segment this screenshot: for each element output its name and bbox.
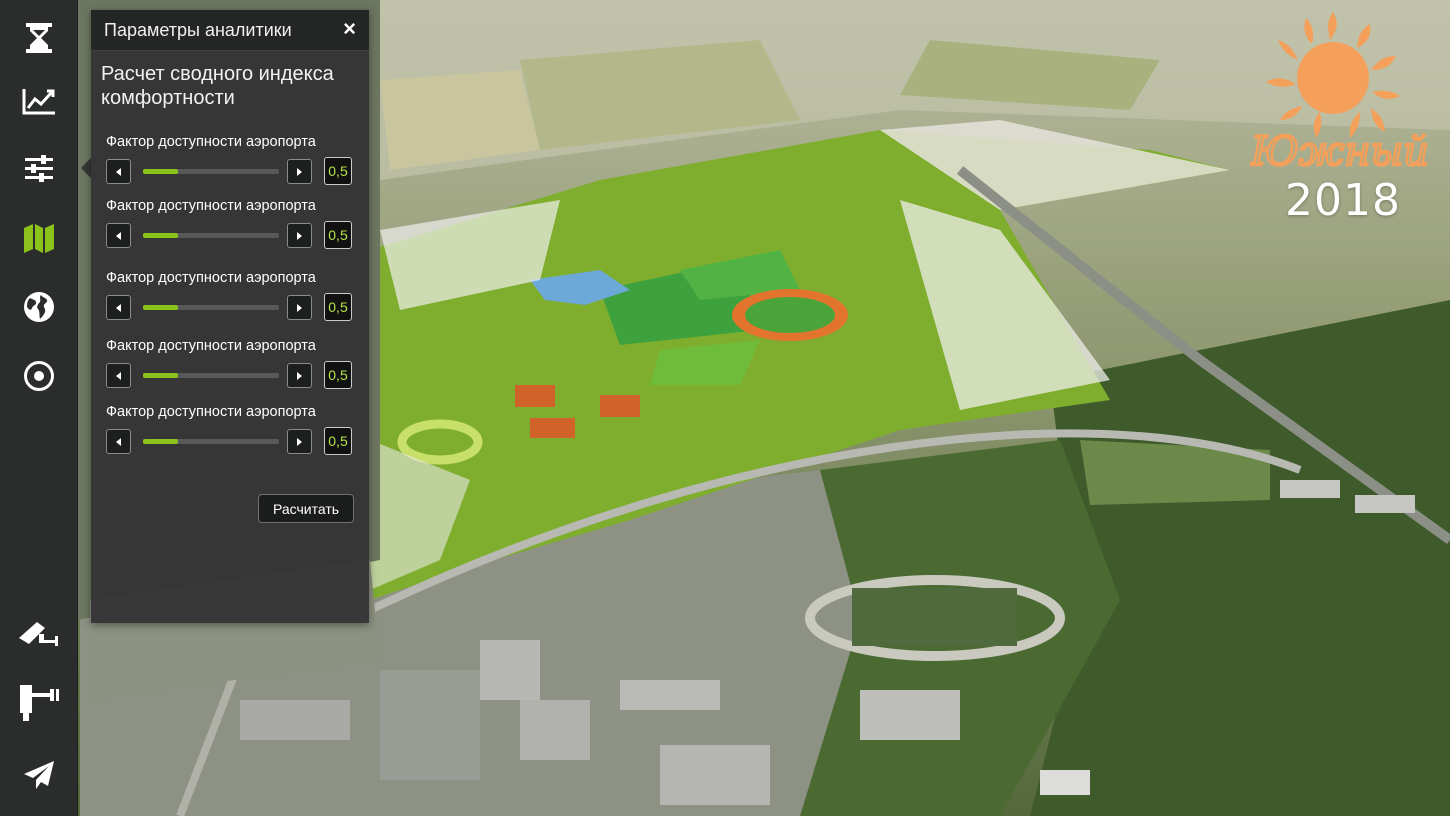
arrow-right-icon: [297, 231, 302, 240]
settings-tool-button[interactable]: [0, 137, 77, 199]
timeline-tool-button[interactable]: [0, 7, 77, 69]
arrow-left-icon: [116, 371, 121, 380]
slider-fill: [143, 305, 179, 310]
sliders-icon: [24, 155, 53, 182]
factor-label: Фактор доступности аэропорта: [106, 338, 316, 354]
factor-slider-row: Фактор доступности аэропорта 0,5: [105, 404, 355, 464]
arrow-left-icon: [116, 167, 121, 176]
panel-heading: Расчет сводного индекса комфортности: [101, 63, 334, 109]
arrow-left-icon: [116, 437, 121, 446]
panel-title: Параметры аналитики: [104, 20, 292, 40]
tripod-icon: [19, 685, 59, 721]
slider-fill: [143, 439, 179, 444]
logo-year: 2018: [1285, 175, 1401, 226]
arrow-right-icon: [297, 437, 302, 446]
factor-slider[interactable]: [143, 373, 279, 378]
factor-label: Фактор доступности аэропорта: [106, 198, 316, 214]
decrease-button[interactable]: [106, 223, 131, 248]
factor-slider-row: Фактор доступности аэропорта 0,5: [105, 338, 355, 398]
panel-pointer: [81, 158, 91, 178]
left-toolbar: [0, 0, 78, 816]
globe-icon: [23, 292, 54, 322]
factor-value: 0,5: [324, 221, 352, 249]
arrow-left-icon: [116, 231, 121, 240]
target-icon: [23, 361, 54, 391]
sun-icon: [1266, 12, 1400, 138]
increase-button[interactable]: [287, 159, 312, 184]
globe-tool-button[interactable]: [0, 276, 77, 338]
arrow-right-icon: [297, 371, 302, 380]
camera-icon: [18, 622, 58, 646]
slider-fill: [143, 373, 179, 378]
factor-label: Фактор доступности аэропорта: [106, 270, 316, 286]
increase-button[interactable]: [287, 295, 312, 320]
decrease-button[interactable]: [106, 363, 131, 388]
slider-fill: [143, 233, 179, 238]
increase-button[interactable]: [287, 223, 312, 248]
factor-value: 0,5: [324, 157, 352, 185]
decrease-button[interactable]: [106, 429, 131, 454]
close-button[interactable]: ×: [343, 17, 356, 41]
line-chart-icon: [22, 89, 55, 115]
camera-tool-button[interactable]: [0, 602, 77, 664]
paper-plane-icon: [23, 761, 54, 789]
calculate-button[interactable]: Расчитать: [258, 494, 354, 523]
increase-button[interactable]: [287, 429, 312, 454]
analytics-panel: Параметры аналитики × Расчет сводного ин…: [91, 10, 369, 623]
arrow-right-icon: [297, 303, 302, 312]
map-tool-button[interactable]: [0, 207, 77, 269]
factor-slider-row: Фактор доступности аэропорта 0,5: [105, 134, 355, 194]
factor-value: 0,5: [324, 427, 352, 455]
factor-value: 0,5: [324, 361, 352, 389]
send-tool-button[interactable]: [0, 744, 77, 806]
arrow-right-icon: [297, 167, 302, 176]
panel-header: Параметры аналитики ×: [91, 10, 369, 51]
slider-fill: [143, 169, 179, 174]
factor-value: 0,5: [324, 293, 352, 321]
decrease-button[interactable]: [106, 159, 131, 184]
factor-slider[interactable]: [143, 305, 279, 310]
map-icon: [23, 224, 54, 253]
factor-slider-row: Фактор доступности аэропорта 0,5: [105, 198, 355, 258]
tripod-tool-button[interactable]: [0, 672, 77, 734]
factor-slider[interactable]: [143, 233, 279, 238]
factor-slider[interactable]: [143, 169, 279, 174]
factor-slider[interactable]: [143, 439, 279, 444]
arrow-left-icon: [116, 303, 121, 312]
increase-button[interactable]: [287, 363, 312, 388]
factor-slider-row: Фактор доступности аэропорта 0,5: [105, 270, 355, 330]
hourglass-icon: [25, 23, 52, 53]
chart-tool-button[interactable]: [0, 70, 77, 132]
logo-wordmark: Южный: [1250, 129, 1429, 175]
target-tool-button[interactable]: [0, 345, 77, 407]
decrease-button[interactable]: [106, 295, 131, 320]
factor-label: Фактор доступности аэропорта: [106, 134, 316, 150]
factor-label: Фактор доступности аэропорта: [106, 404, 316, 420]
